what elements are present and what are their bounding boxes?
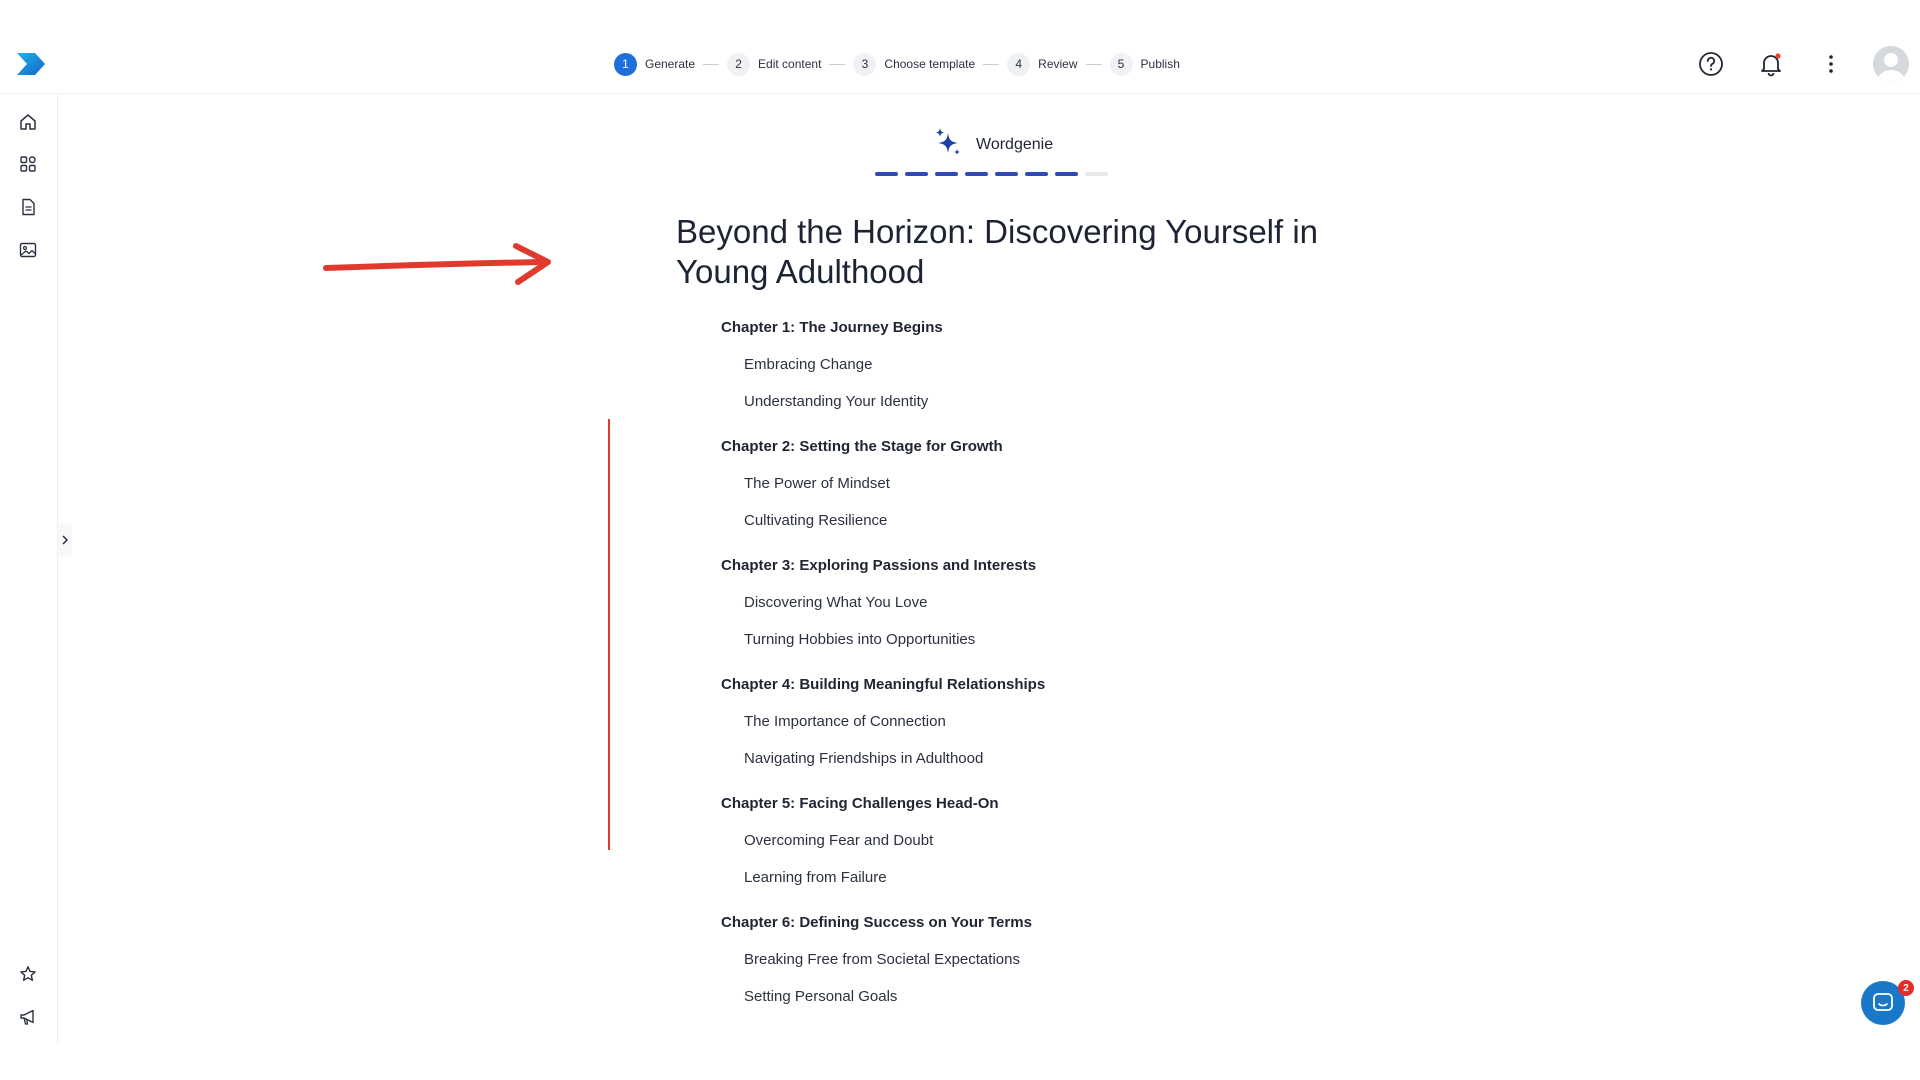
home-icon[interactable] — [16, 110, 40, 134]
section-item[interactable]: Discovering What You Love — [721, 593, 1421, 613]
chapter-title[interactable]: Chapter 1: The Journey Begins — [721, 318, 1421, 338]
section-item[interactable]: Navigating Friendships in Adulthood — [721, 749, 1421, 769]
app-logo-icon[interactable] — [16, 52, 46, 76]
chapter: Chapter 2: Setting the Stage for Growth … — [721, 437, 1421, 531]
chapter: Chapter 1: The Journey Begins Embracing … — [721, 318, 1421, 412]
section-item[interactable]: Understanding Your Identity — [721, 392, 1421, 412]
progress-segment — [935, 172, 958, 176]
wordgenie-header: Wordgenie — [934, 127, 1053, 162]
generator-label: Wordgenie — [976, 135, 1054, 153]
sidebar-expand-chevron-icon[interactable] — [58, 524, 72, 556]
step-review[interactable]: 4 Review — [1007, 52, 1078, 76]
megaphone-icon[interactable] — [16, 1005, 40, 1029]
generation-progress-bar — [875, 172, 1115, 176]
chapter-outline: Chapter 1: The Journey Begins Embracing … — [721, 318, 1421, 1007]
chapter: Chapter 6: Defining Success on Your Term… — [721, 913, 1421, 1007]
chapter-title[interactable]: Chapter 4: Building Meaningful Relations… — [721, 675, 1421, 695]
step-number: 2 — [727, 52, 751, 76]
step-label: Edit content — [758, 57, 822, 71]
section-item[interactable]: The Importance of Connection — [721, 712, 1421, 732]
step-edit-content[interactable]: 2 Edit content — [727, 52, 822, 76]
progress-segment — [995, 172, 1018, 176]
section-item[interactable]: Cultivating Resilience — [721, 511, 1421, 531]
section-item[interactable]: Embracing Change — [721, 355, 1421, 375]
image-icon[interactable] — [16, 238, 40, 262]
step-label: Review — [1038, 57, 1078, 71]
chapter: Chapter 3: Exploring Passions and Intere… — [721, 556, 1421, 650]
annotation-arrow-icon — [320, 240, 560, 295]
progress-segment — [1055, 172, 1078, 176]
progress-segment — [875, 172, 898, 176]
step-connector — [983, 63, 1000, 65]
progress-stepper: 1 Generate 2 Edit content 3 Choose templ… — [614, 52, 1180, 76]
section-item[interactable]: Overcoming Fear and Doubt — [721, 831, 1421, 851]
chapter: Chapter 5: Facing Challenges Head-On Ove… — [721, 794, 1421, 888]
annotation-line — [608, 419, 610, 850]
step-number: 4 — [1007, 52, 1031, 76]
step-publish[interactable]: 5 Publish — [1109, 52, 1180, 76]
step-number: 1 — [614, 52, 637, 76]
step-choose-template[interactable]: 3 Choose template — [853, 52, 976, 76]
document-icon[interactable] — [16, 195, 40, 219]
help-icon[interactable] — [1693, 46, 1729, 82]
step-connector — [1085, 63, 1102, 65]
avatar[interactable] — [1873, 46, 1909, 82]
section-item[interactable]: Setting Personal Goals — [721, 987, 1421, 1007]
section-item[interactable]: The Power of Mindset — [721, 474, 1421, 494]
progress-segment — [1025, 172, 1048, 176]
section-item[interactable]: Turning Hobbies into Opportunities — [721, 630, 1421, 650]
chapter-title[interactable]: Chapter 6: Defining Success on Your Term… — [721, 913, 1421, 933]
star-icon[interactable] — [16, 962, 40, 986]
section-item[interactable]: Breaking Free from Societal Expectations — [721, 950, 1421, 970]
step-label: Choose template — [884, 57, 976, 71]
apps-grid-icon[interactable] — [16, 152, 40, 176]
progress-segment — [1085, 172, 1108, 176]
chat-badge: 2 — [1898, 980, 1914, 996]
step-number: 5 — [1109, 52, 1133, 76]
chapter-title[interactable]: Chapter 5: Facing Challenges Head-On — [721, 794, 1421, 814]
bell-icon[interactable] — [1753, 46, 1789, 82]
progress-segment — [965, 172, 988, 176]
chapter-title[interactable]: Chapter 3: Exploring Passions and Intere… — [721, 556, 1421, 576]
document-title[interactable]: Beyond the Horizon: Discovering Yourself… — [676, 212, 1376, 292]
step-label: Publish — [1140, 57, 1180, 71]
sparkles-icon — [934, 127, 962, 162]
chapter: Chapter 4: Building Meaningful Relations… — [721, 675, 1421, 769]
top-bar: 1 Generate 2 Edit content 3 Choose templ… — [0, 0, 1920, 94]
chapter-title[interactable]: Chapter 2: Setting the Stage for Growth — [721, 437, 1421, 457]
section-item[interactable]: Learning from Failure — [721, 868, 1421, 888]
step-label: Generate — [645, 57, 696, 71]
step-connector — [703, 63, 720, 65]
more-vertical-icon[interactable] — [1813, 46, 1849, 82]
left-sidebar — [0, 94, 58, 1044]
step-generate[interactable]: 1 Generate — [614, 52, 696, 76]
progress-segment — [905, 172, 928, 176]
step-connector — [829, 63, 846, 65]
step-number: 3 — [853, 52, 877, 76]
